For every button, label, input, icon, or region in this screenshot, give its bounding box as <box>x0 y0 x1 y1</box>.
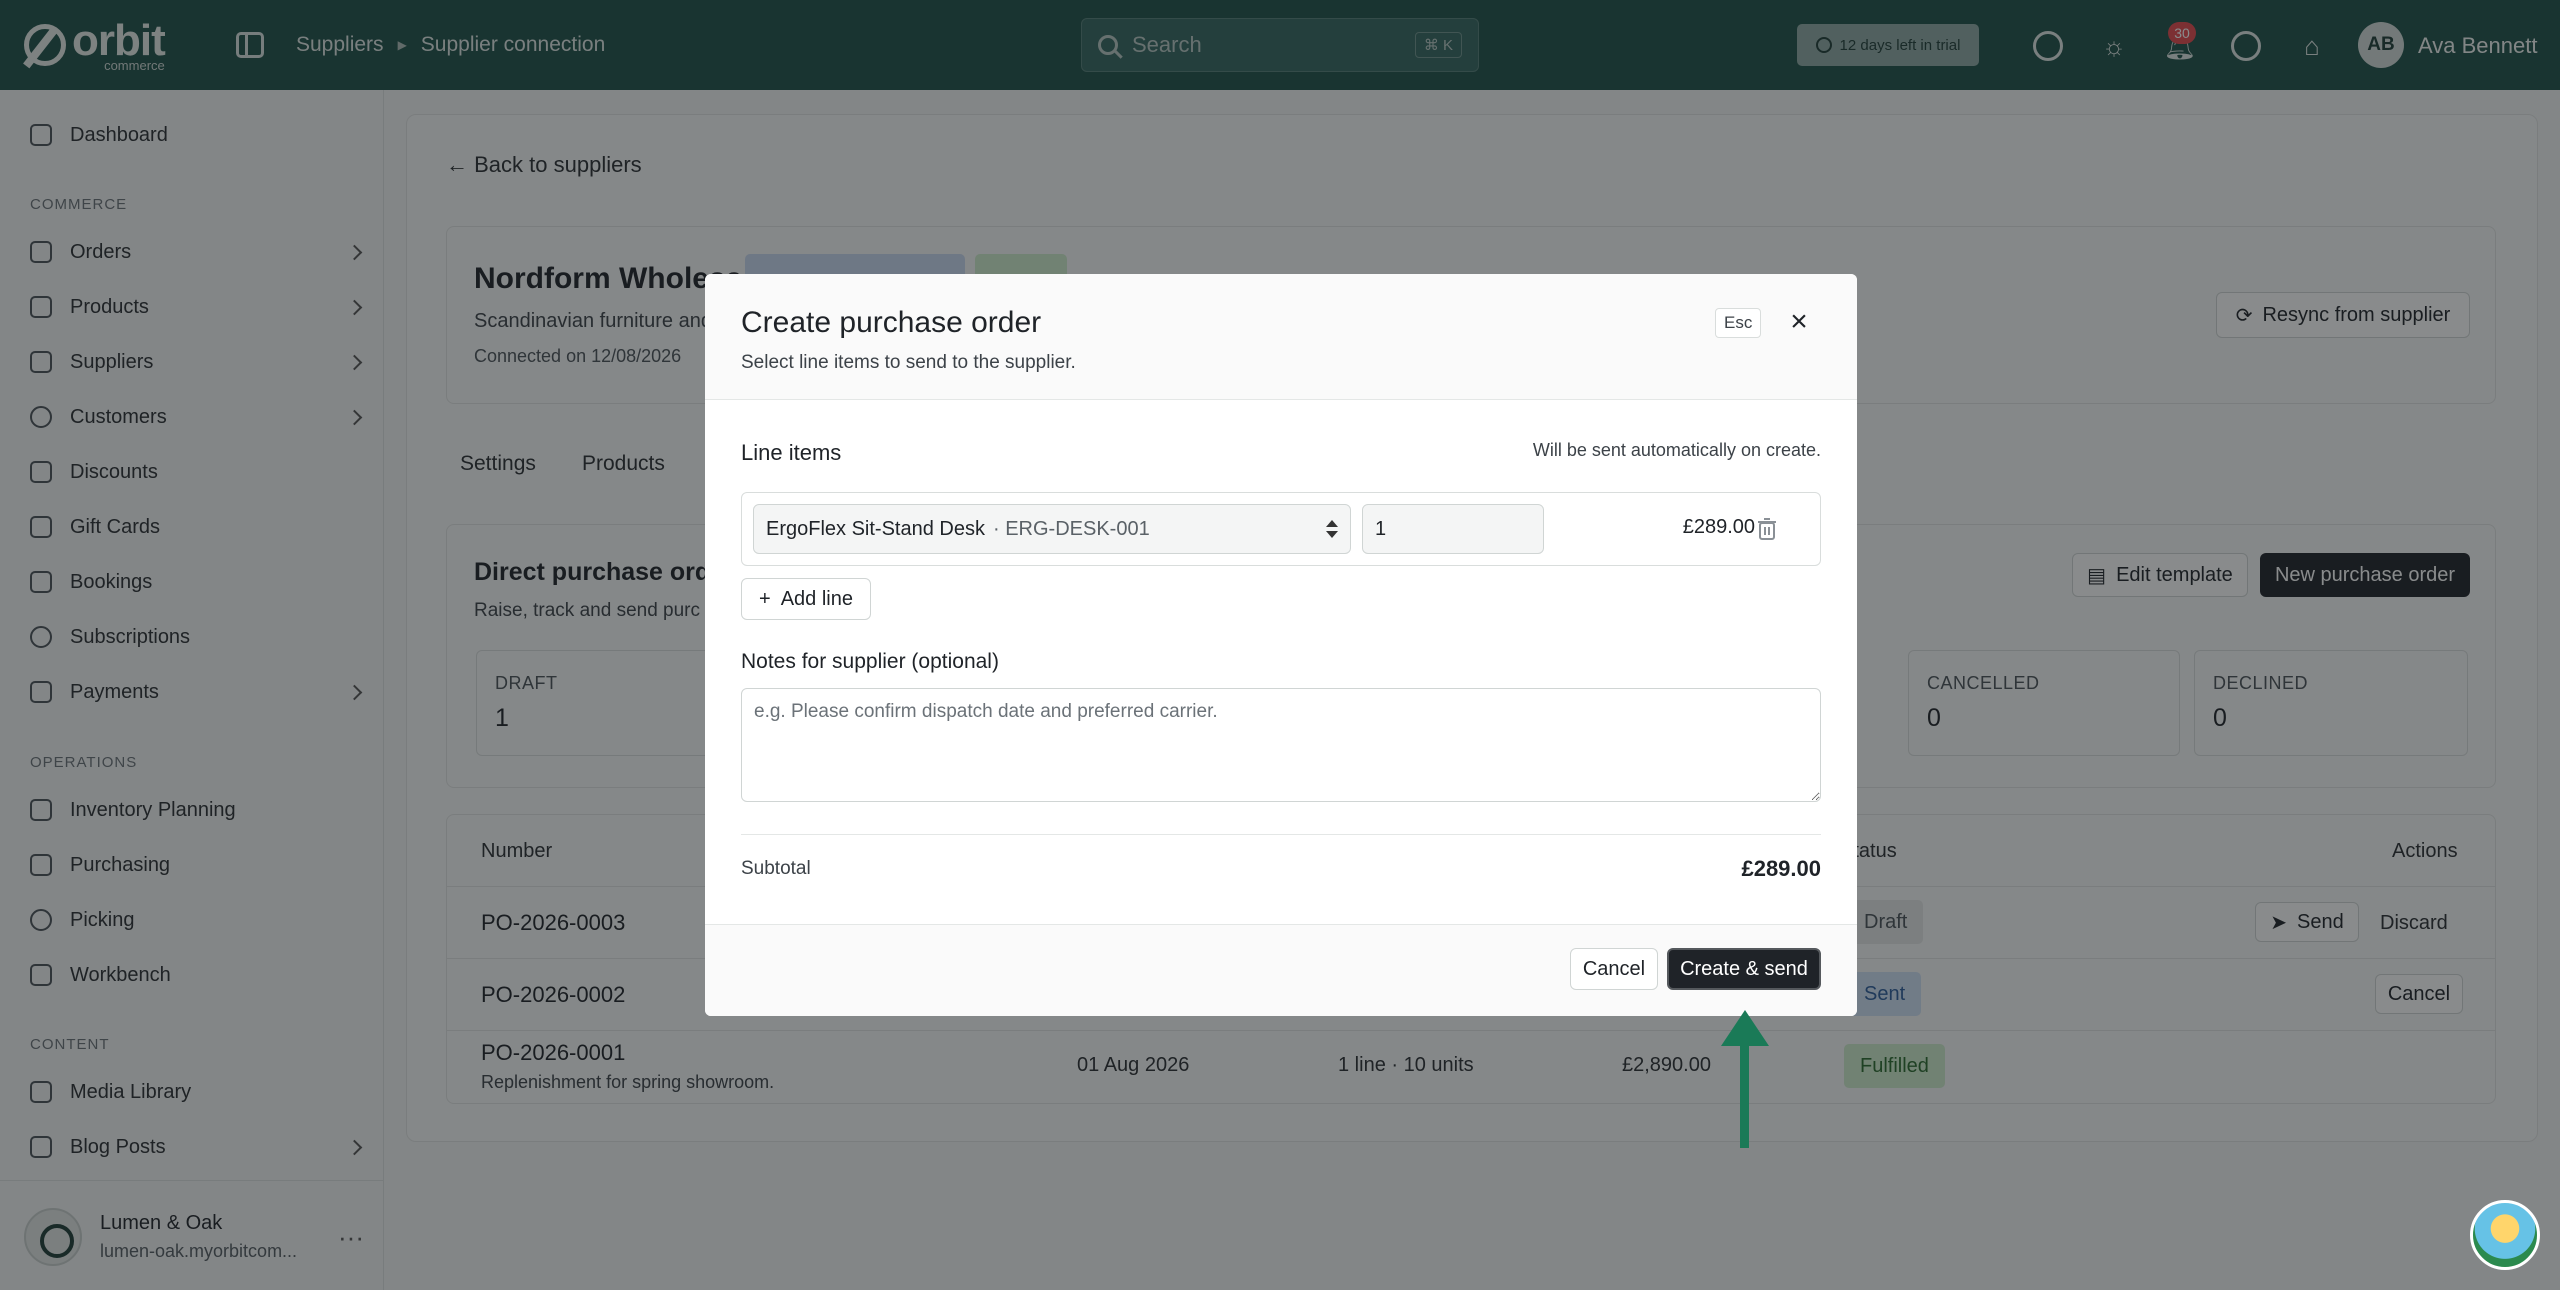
dialog-header: Create purchase order Select line items … <box>705 274 1857 400</box>
add-line-button[interactable]: + Add line <box>741 578 871 620</box>
line-price: £289.00 <box>1682 516 1755 538</box>
quantity-input[interactable] <box>1362 504 1544 554</box>
close-icon[interactable]: × <box>1781 304 1817 340</box>
chat-widget-icon[interactable] <box>2470 1200 2540 1270</box>
subtotal-divider <box>741 834 1821 835</box>
create-purchase-order-dialog: Create purchase order Select line items … <box>705 274 1857 1016</box>
product-name: ErgoFlex Sit-Stand Desk <box>766 517 985 540</box>
annotation-arrow-shaft <box>1740 1040 1749 1148</box>
esc-key-hint: Esc <box>1715 308 1762 338</box>
product-sku: · ERG-DESK-001 <box>992 517 1150 540</box>
select-arrows-icon <box>1326 520 1338 538</box>
notes-label: Notes for supplier (optional) <box>741 650 999 673</box>
subtotal-value: £289.00 <box>1741 856 1821 881</box>
dialog-title: Create purchase order <box>741 306 1042 339</box>
dialog-subtitle: Select line items to send to the supplie… <box>741 352 1076 373</box>
cancel-button[interactable]: Cancel <box>1570 948 1658 990</box>
product-select[interactable]: ErgoFlex Sit-Stand Desk · ERG-DESK-001 <box>753 504 1351 554</box>
create-and-send-button[interactable]: Create & send <box>1667 948 1821 990</box>
subtotal-label: Subtotal <box>741 858 811 879</box>
line-items-note: Will be sent automatically on create. <box>1532 440 1821 460</box>
line-items-label: Line items <box>741 440 842 465</box>
trash-icon[interactable] <box>1757 517 1777 541</box>
supplier-notes-textarea[interactable] <box>741 688 1821 802</box>
plus-icon: + <box>759 587 771 610</box>
